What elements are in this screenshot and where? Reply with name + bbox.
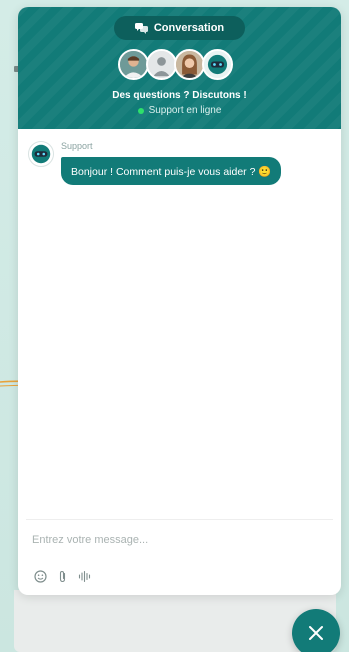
message-input[interactable]	[32, 529, 322, 551]
chat-bubbles-icon	[134, 22, 148, 34]
avatar	[146, 49, 177, 80]
divider	[26, 519, 333, 520]
online-status: Support en ligne	[18, 105, 341, 116]
status-label: Support en ligne	[148, 105, 222, 116]
online-indicator-icon	[137, 107, 144, 114]
agent-avatars	[118, 49, 238, 81]
conversation-label: Conversation	[153, 22, 225, 34]
background-lower-panel	[14, 590, 336, 652]
avatar	[174, 49, 205, 80]
audio-wave-icon[interactable]	[78, 570, 91, 583]
close-icon	[309, 626, 323, 640]
paperclip-icon[interactable]	[56, 570, 69, 583]
message-sender: Support	[61, 141, 93, 151]
close-chat-button[interactable]	[292, 609, 340, 652]
avatar	[202, 49, 233, 80]
avatar	[118, 49, 149, 80]
smiley-icon[interactable]	[34, 570, 47, 583]
message-bubble: Bonjour ! Comment puis-je vous aider ? 🙂	[61, 157, 282, 185]
composer-toolbar	[34, 570, 91, 583]
chat-widget: Conversation Des questions ? Discutons !…	[18, 7, 341, 595]
bot-avatar	[28, 141, 54, 167]
header-title: Des questions ? Discutons !	[112, 90, 247, 101]
chat-header: Conversation Des questions ? Discutons !…	[18, 7, 341, 129]
conversation-tab[interactable]: Conversation	[114, 16, 245, 40]
